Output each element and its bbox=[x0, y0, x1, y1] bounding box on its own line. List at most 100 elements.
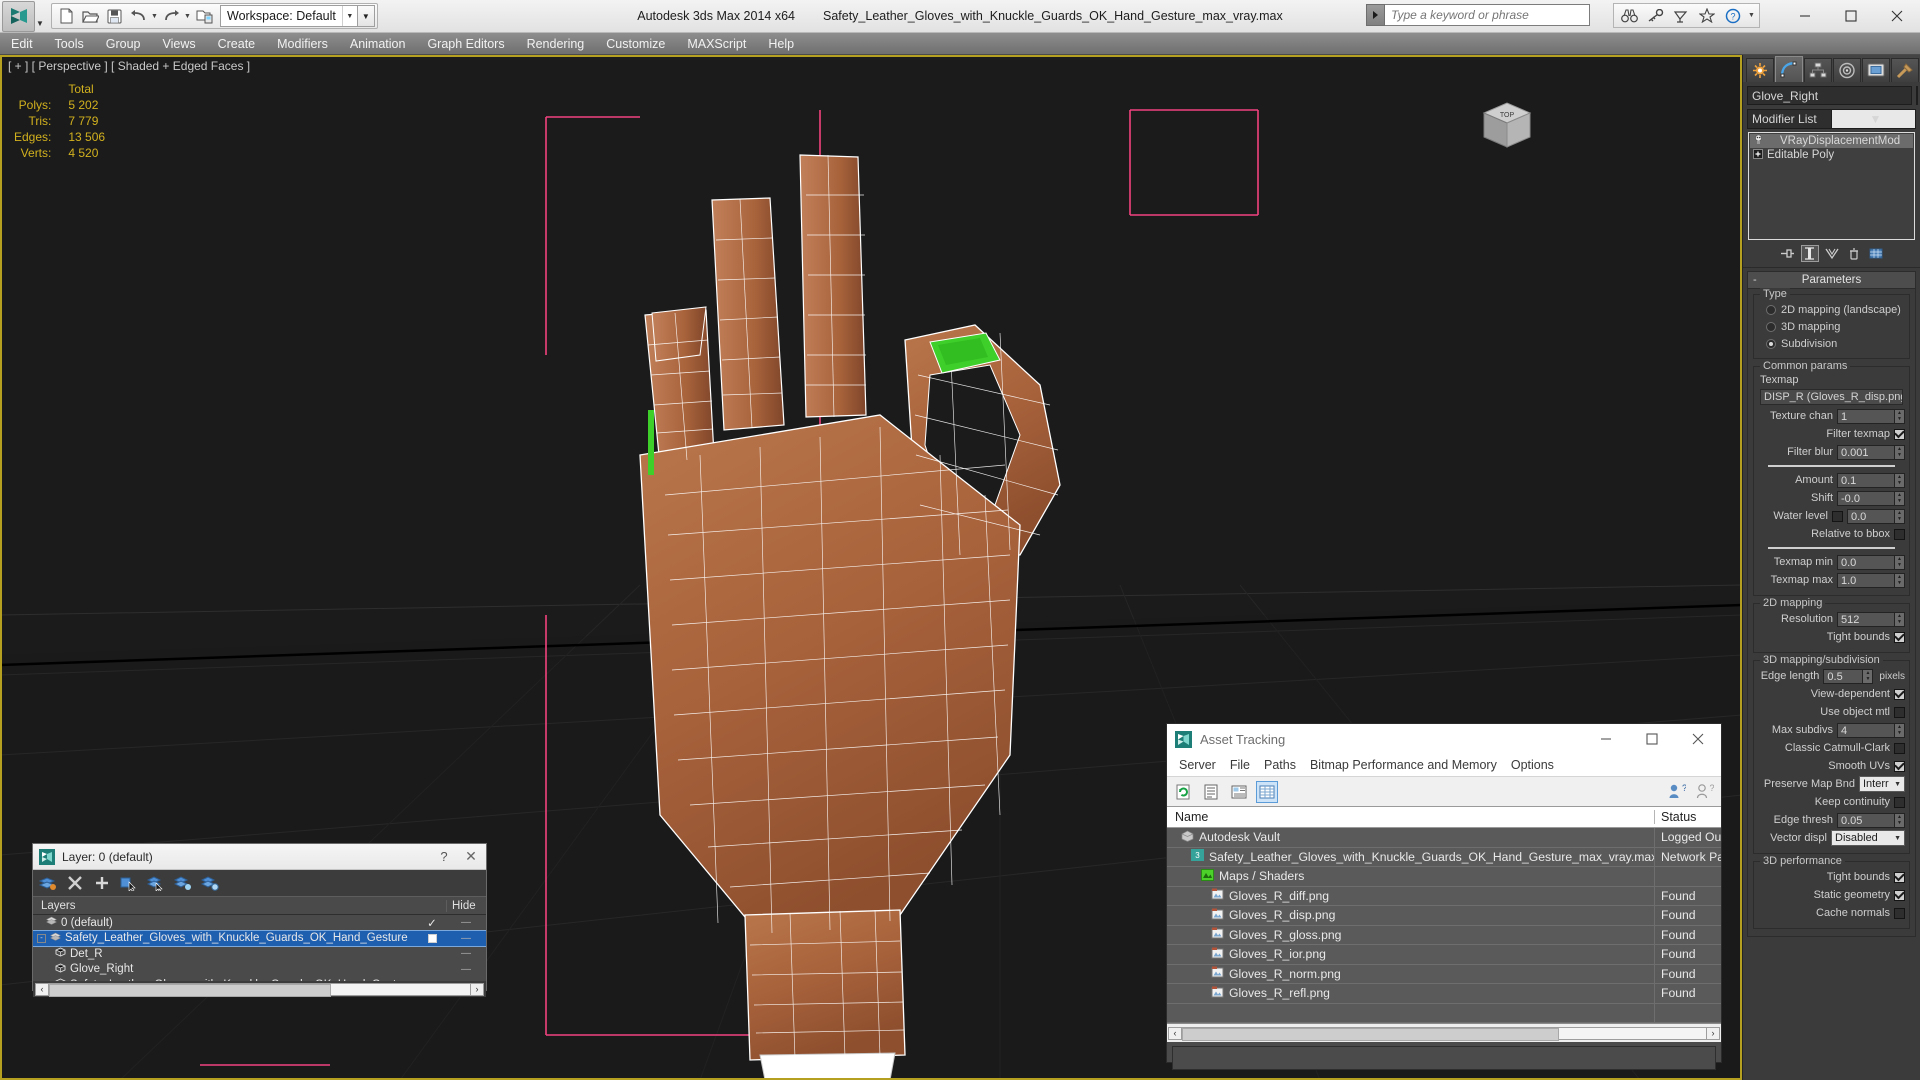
spinner-buttons[interactable]: ▲▼ bbox=[1863, 669, 1873, 684]
tab-display[interactable] bbox=[1862, 58, 1890, 82]
spinner[interactable]: 1.0▲▼ bbox=[1837, 573, 1905, 588]
spinner-value[interactable]: 512 bbox=[1837, 612, 1895, 627]
layer-list[interactable]: 0 (default)✓—-Safety_Leather_Gloves_with… bbox=[33, 915, 486, 981]
redo-dropdown-icon[interactable]: ▼ bbox=[183, 5, 192, 27]
object-name-input[interactable] bbox=[1747, 86, 1912, 105]
spinner-value[interactable]: 0.0 bbox=[1847, 509, 1895, 524]
asset-row[interactable]: Gloves_R_gloss.pngFound bbox=[1167, 926, 1721, 946]
help-ghost-icon[interactable]: ? bbox=[1694, 781, 1716, 803]
layer-dialog[interactable]: Layer: 0 (default) ? ✕ Layers Hide 0 (de… bbox=[32, 843, 487, 991]
asset-close-button[interactable] bbox=[1675, 724, 1721, 754]
spinner-buttons[interactable]: ▲▼ bbox=[1895, 491, 1905, 506]
close-button[interactable] bbox=[1874, 0, 1920, 31]
asset-scroll-track[interactable] bbox=[1182, 1027, 1706, 1040]
help-icon[interactable]: ? bbox=[1721, 5, 1745, 26]
app-menu-caret-icon[interactable]: ▼ bbox=[35, 1, 45, 32]
checkbox[interactable] bbox=[1894, 689, 1905, 700]
menu-tools[interactable]: Tools bbox=[44, 35, 95, 53]
asset-scroll-thumb[interactable] bbox=[1182, 1028, 1559, 1041]
modifier-list-dropdown[interactable]: Modifier List ▼ bbox=[1747, 109, 1916, 129]
tab-motion[interactable] bbox=[1833, 58, 1861, 82]
spinner-buttons[interactable]: ▲▼ bbox=[1895, 813, 1905, 828]
command-panel[interactable]: Modifier List ▼ VRayDisplacementModEdita… bbox=[1742, 55, 1920, 1080]
checkbox[interactable] bbox=[1832, 511, 1843, 522]
menu-help[interactable]: Help bbox=[757, 35, 805, 53]
layer-row[interactable]: Glove_Right— bbox=[33, 962, 486, 978]
asset-tracking-titlebar[interactable]: Asset Tracking bbox=[1167, 724, 1721, 754]
minimize-button[interactable] bbox=[1782, 0, 1828, 31]
layer-row[interactable]: 0 (default)✓— bbox=[33, 915, 486, 931]
asset-row[interactable]: Gloves_R_refl.pngFound bbox=[1167, 984, 1721, 1004]
menu-edit[interactable]: Edit bbox=[0, 35, 44, 53]
highlight-selected-objects-icon[interactable] bbox=[174, 874, 192, 892]
checkbox[interactable] bbox=[1894, 890, 1905, 901]
menu-modifiers[interactable]: Modifiers bbox=[266, 35, 339, 53]
binoculars-icon[interactable] bbox=[1617, 5, 1641, 26]
layer-properties-icon[interactable] bbox=[201, 874, 219, 892]
checkbox[interactable] bbox=[1894, 872, 1905, 883]
add-to-layer-icon[interactable] bbox=[93, 874, 111, 892]
asset-menu-file[interactable]: File bbox=[1223, 756, 1257, 774]
layer-hscrollbar[interactable]: ‹ › bbox=[33, 981, 486, 997]
spinner[interactable]: 0.0▲▼ bbox=[1837, 555, 1905, 570]
spinner-value[interactable]: -0.0 bbox=[1837, 491, 1895, 506]
search-box[interactable] bbox=[1366, 4, 1590, 26]
spinner-buttons[interactable]: ▲▼ bbox=[1895, 723, 1905, 738]
pin-stack-icon[interactable] bbox=[1779, 245, 1797, 262]
asset-menu-server[interactable]: Server bbox=[1172, 756, 1223, 774]
select-objects-in-layer-icon[interactable] bbox=[120, 874, 138, 892]
grid-view-icon[interactable] bbox=[1256, 781, 1278, 803]
help-dropdown-icon[interactable]: ▼ bbox=[1747, 5, 1756, 27]
checkbox[interactable] bbox=[1894, 761, 1905, 772]
workspace-menu-button[interactable]: ▼ bbox=[358, 5, 375, 27]
select-highlighted-objects-icon[interactable] bbox=[147, 874, 165, 892]
spinner-buttons[interactable]: ▲▼ bbox=[1895, 473, 1905, 488]
spinner-value[interactable]: 0.5 bbox=[1823, 669, 1863, 684]
menu-animation[interactable]: Animation bbox=[339, 35, 417, 53]
satellite-dish-icon[interactable] bbox=[1669, 5, 1693, 26]
spinner[interactable]: 4▲▼ bbox=[1837, 723, 1905, 738]
asset-minimize-button[interactable] bbox=[1583, 724, 1629, 754]
layer-hide-cell[interactable]: — bbox=[446, 979, 486, 981]
modifier-stack[interactable]: VRayDisplacementModEditable Poly bbox=[1748, 132, 1915, 240]
texmap-button[interactable]: DISP_R (Gloves_R_disp.png) bbox=[1760, 389, 1903, 405]
checkbox[interactable] bbox=[1894, 429, 1905, 440]
asset-menu-paths[interactable]: Paths bbox=[1257, 756, 1303, 774]
spinner-value[interactable]: 1.0 bbox=[1837, 573, 1895, 588]
asset-row[interactable]: Gloves_R_ior.pngFound bbox=[1167, 945, 1721, 965]
layer-row[interactable]: Det_R— bbox=[33, 946, 486, 962]
radio-button[interactable] bbox=[1766, 305, 1776, 315]
help-user-icon[interactable]: ? bbox=[1666, 781, 1688, 803]
layer-dialog-titlebar[interactable]: Layer: 0 (default) ? ✕ bbox=[33, 844, 486, 870]
asset-row[interactable]: Gloves_R_disp.pngFound bbox=[1167, 906, 1721, 926]
lightbulb-icon[interactable] bbox=[1753, 134, 1764, 148]
maximize-button[interactable] bbox=[1828, 0, 1874, 31]
spinner[interactable]: 0.5▲▼ bbox=[1823, 669, 1873, 684]
layer-hide-cell[interactable]: — bbox=[446, 933, 486, 944]
asset-tracking-dialog[interactable]: Asset Tracking ServerFilePathsBitmap Per… bbox=[1166, 723, 1722, 1063]
asset-menu-options[interactable]: Options bbox=[1504, 756, 1561, 774]
spinner-buttons[interactable]: ▲▼ bbox=[1895, 612, 1905, 627]
spinner-buttons[interactable]: ▲▼ bbox=[1895, 573, 1905, 588]
menu-rendering[interactable]: Rendering bbox=[516, 35, 596, 53]
layer-active-cell[interactable] bbox=[418, 934, 446, 943]
expand-plus-icon[interactable] bbox=[1753, 149, 1763, 162]
spinner-buttons[interactable]: ▲▼ bbox=[1895, 409, 1905, 424]
layer-scroll-right-icon[interactable]: › bbox=[470, 983, 484, 996]
create-new-layer-icon[interactable] bbox=[39, 874, 57, 892]
new-file-button[interactable] bbox=[54, 5, 78, 27]
layer-checkbox[interactable] bbox=[428, 934, 437, 943]
layer-row[interactable]: -Safety_Leather_Gloves_with_Knuckle_Guar… bbox=[33, 931, 486, 947]
asset-scroll-left-icon[interactable]: ‹ bbox=[1168, 1027, 1182, 1040]
param-dropdown[interactable]: Interr▼ bbox=[1859, 776, 1905, 792]
star-icon[interactable] bbox=[1695, 5, 1719, 26]
asset-scroll-right-icon[interactable]: › bbox=[1706, 1027, 1720, 1040]
layer-scroll-track[interactable] bbox=[49, 983, 470, 996]
configure-modifier-sets-icon[interactable] bbox=[1867, 245, 1885, 262]
spinner[interactable]: 0.001▲▼ bbox=[1837, 445, 1905, 460]
spinner-value[interactable]: 1 bbox=[1837, 409, 1895, 424]
key-icon[interactable] bbox=[1643, 5, 1667, 26]
spinner-value[interactable]: 0.001 bbox=[1837, 445, 1895, 460]
layer-hide-cell[interactable]: — bbox=[446, 964, 486, 975]
app-logo-icon[interactable] bbox=[2, 1, 35, 32]
